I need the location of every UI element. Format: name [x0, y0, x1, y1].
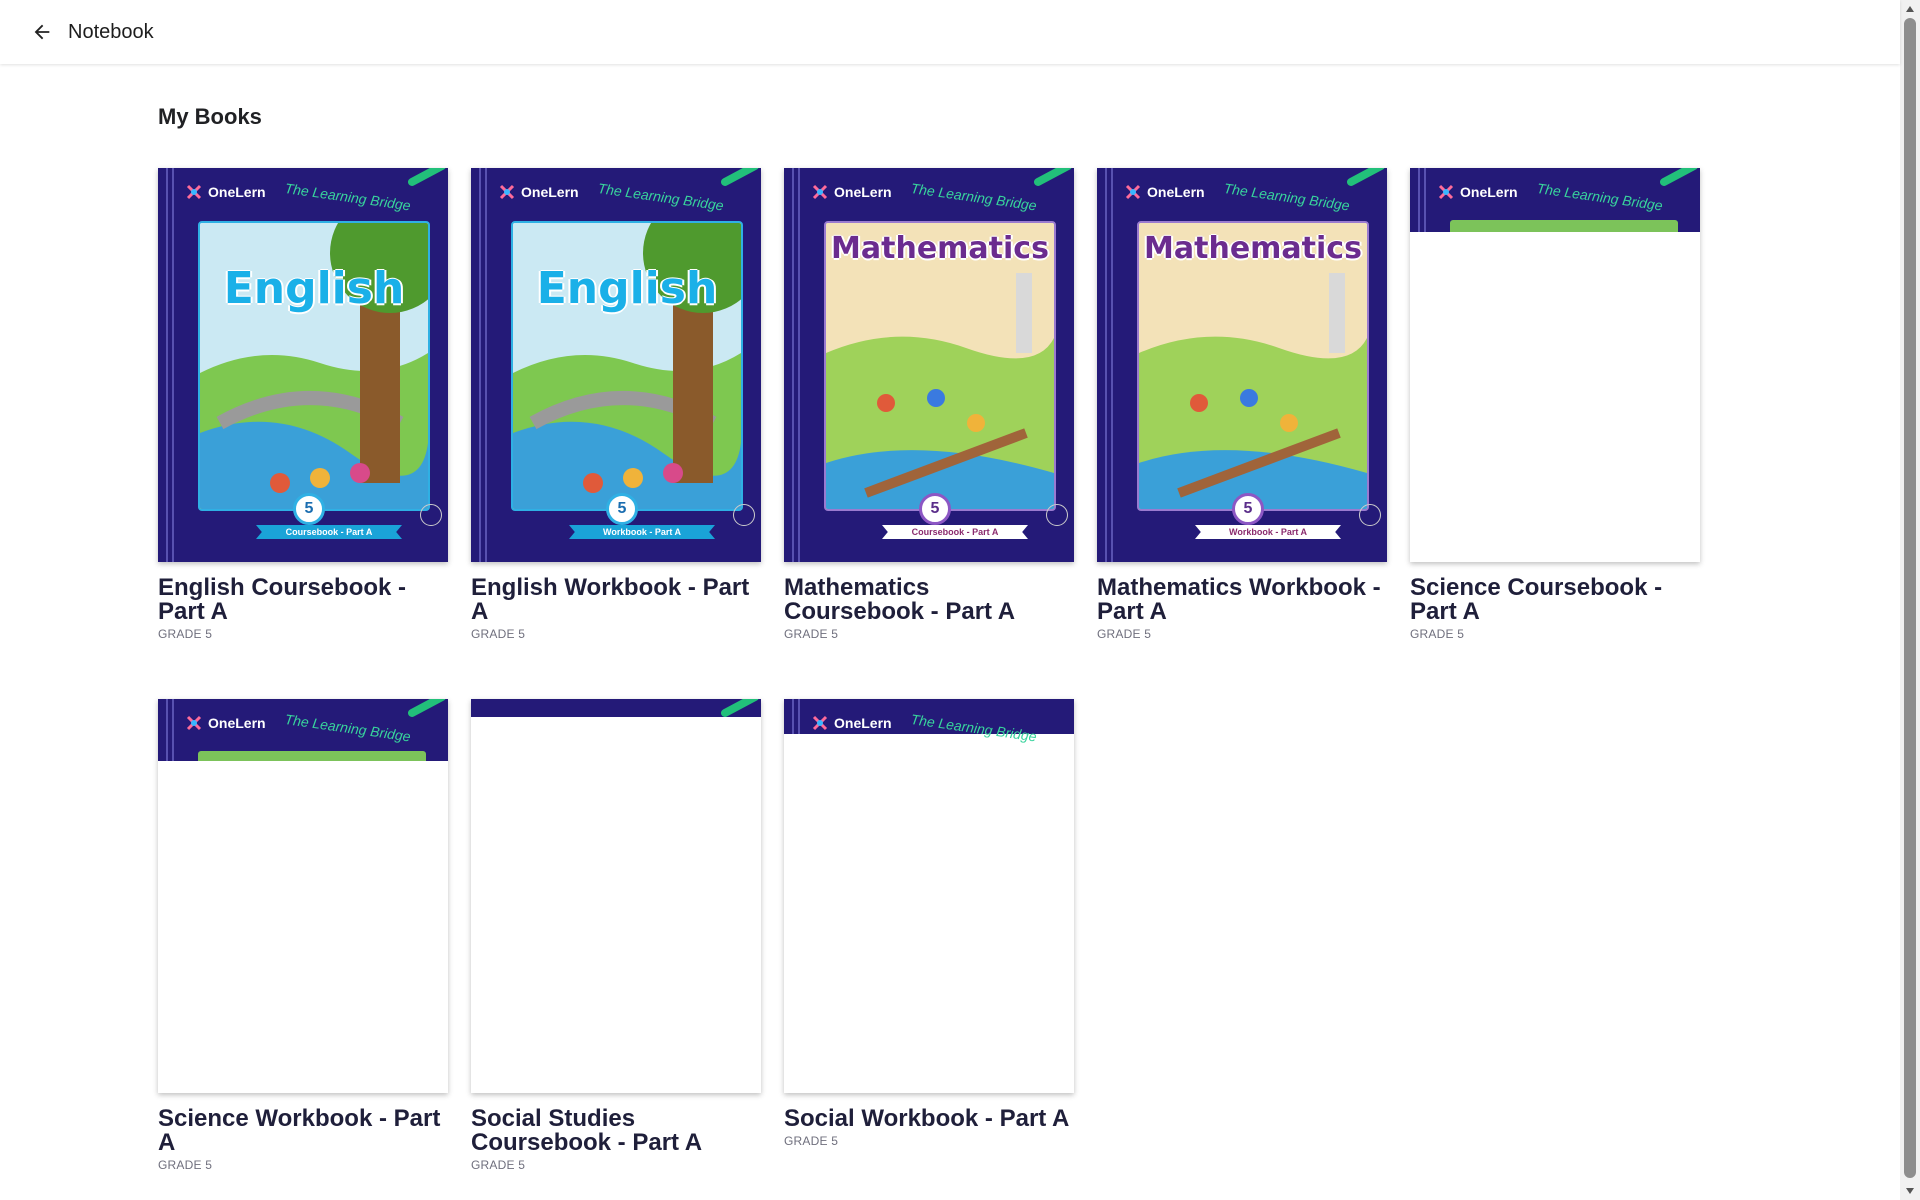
book-cover[interactable]: OneLern The Learning Bridge Mathematics … — [784, 168, 1074, 562]
page-title: Notebook — [68, 20, 154, 43]
onelern-logo-icon — [1125, 184, 1141, 200]
book-title[interactable]: Mathematics Coursebook - Part A — [784, 576, 1074, 624]
book-card[interactable]: OneLern The Learning Bridge Mathematics … — [784, 168, 1074, 641]
pen-decoration — [1032, 168, 1074, 188]
book-card[interactable]: OneLern The Learning Bridge English 5 Co… — [158, 168, 448, 641]
onelern-logo: OneLern — [1125, 184, 1205, 200]
scrollbar-thumb[interactable] — [1904, 18, 1916, 1178]
onelern-logo: OneLern — [499, 184, 579, 200]
book-grade: GRADE 5 — [784, 1134, 839, 1148]
book-card[interactable]: OneLern The Learning Bridge English 5 Wo… — [471, 168, 761, 641]
book-card[interactable]: OneLern The Learning Bridge Science Work… — [158, 699, 448, 1172]
book-cover[interactable]: OneLern The Learning Bridge — [784, 699, 1074, 1093]
book-title[interactable]: Social Studies Coursebook - Part A — [471, 1107, 761, 1155]
pen-decoration — [406, 699, 448, 719]
section-title: My Books — [158, 104, 262, 129]
cover-grade-badge: 5 — [1232, 493, 1264, 525]
onelern-logo-icon — [1438, 184, 1454, 200]
book-grade: GRADE 5 — [471, 627, 526, 641]
book-card[interactable]: OneLern The Learning Bridge Mathematics … — [1097, 168, 1387, 641]
arrow-left-icon — [34, 24, 50, 40]
book-card[interactable]: OneLern The Learning Bridge Social Workb… — [784, 699, 1074, 1148]
app-header: Notebook — [0, 0, 1900, 64]
pen-decoration — [719, 168, 761, 188]
cover-illustration: Mathematics — [1137, 221, 1369, 511]
book-card[interactable]: OneLern The Learning Bridge Science Cour… — [1410, 168, 1700, 641]
onelern-logo: OneLern — [812, 715, 892, 731]
cover-subject: Mathematics — [1144, 231, 1362, 266]
cover-book-type: Coursebook - Part A — [256, 525, 402, 539]
book-title[interactable]: Science Coursebook - Part A — [1410, 576, 1700, 624]
tagline: The Learning Bridge — [909, 180, 1038, 214]
cover-illustration: Mathematics — [824, 221, 1056, 511]
cover-grade-badge: 5 — [919, 493, 951, 525]
book-cover[interactable]: OneLern The Learning Bridge English 5 Wo… — [471, 168, 761, 562]
cover-subject: English — [536, 263, 718, 314]
onelern-logo: OneLern — [1438, 184, 1518, 200]
cover-book-type: Coursebook - Part A — [882, 525, 1028, 539]
book-cover[interactable] — [471, 699, 761, 1093]
scroll-up-arrow-icon[interactable] — [1900, 2, 1920, 16]
seal-icon — [420, 504, 442, 526]
onelern-logo-icon — [186, 184, 202, 200]
book-cover[interactable]: OneLern The Learning Bridge — [158, 699, 448, 1093]
book-cover[interactable]: OneLern The Learning Bridge English 5 Co… — [158, 168, 448, 562]
tagline: The Learning Bridge — [1222, 180, 1351, 214]
cover-subject: Mathematics — [831, 231, 1049, 266]
book-grade: GRADE 5 — [1410, 627, 1465, 641]
book-grade: GRADE 5 — [158, 627, 213, 641]
cover-subject: English — [223, 263, 405, 314]
cover-illustration: English — [198, 221, 430, 511]
book-card[interactable]: Social Studies Coursebook - Part A GRADE… — [471, 699, 761, 1172]
onelern-logo-icon — [812, 715, 828, 731]
cover-grade-badge: 5 — [606, 493, 638, 525]
vertical-scrollbar[interactable] — [1900, 0, 1920, 1200]
book-cover[interactable]: OneLern The Learning Bridge — [1410, 168, 1700, 562]
pen-decoration — [1658, 168, 1700, 188]
book-title[interactable]: English Coursebook - Part A — [158, 576, 448, 624]
book-grade: GRADE 5 — [158, 1158, 213, 1172]
seal-icon — [1359, 504, 1381, 526]
book-title[interactable]: Science Workbook - Part A — [158, 1107, 448, 1155]
onelern-logo-icon — [186, 715, 202, 731]
scroll-down-arrow-icon[interactable] — [1900, 1184, 1920, 1198]
onelern-logo: OneLern — [812, 184, 892, 200]
seal-icon — [733, 504, 755, 526]
book-cover[interactable]: OneLern The Learning Bridge Mathematics … — [1097, 168, 1387, 562]
book-title[interactable]: English Workbook - Part A — [471, 576, 761, 624]
book-grade: GRADE 5 — [784, 627, 839, 641]
tagline: The Learning Bridge — [596, 180, 725, 214]
back-button[interactable] — [22, 12, 62, 52]
seal-icon — [1046, 504, 1068, 526]
cover-book-type: Workbook - Part A — [1195, 525, 1341, 539]
cover-book-type: Workbook - Part A — [569, 525, 715, 539]
tagline: The Learning Bridge — [283, 180, 412, 214]
cover-illustration: English — [511, 221, 743, 511]
tagline: The Learning Bridge — [283, 711, 412, 745]
pen-decoration — [1345, 168, 1387, 188]
book-title[interactable]: Social Workbook - Part A — [784, 1107, 1074, 1131]
onelern-logo-icon — [499, 184, 515, 200]
tagline: The Learning Bridge — [909, 711, 1038, 745]
onelern-logo: OneLern — [186, 715, 266, 731]
cover-grade-badge: 5 — [293, 493, 325, 525]
book-title[interactable]: Mathematics Workbook - Part A — [1097, 576, 1387, 624]
tagline: The Learning Bridge — [1535, 180, 1664, 214]
book-grade: GRADE 5 — [471, 1158, 526, 1172]
book-grade: GRADE 5 — [1097, 627, 1152, 641]
pen-decoration — [719, 699, 761, 719]
pen-decoration — [406, 168, 448, 188]
onelern-logo: OneLern — [186, 184, 266, 200]
onelern-logo-icon — [812, 184, 828, 200]
